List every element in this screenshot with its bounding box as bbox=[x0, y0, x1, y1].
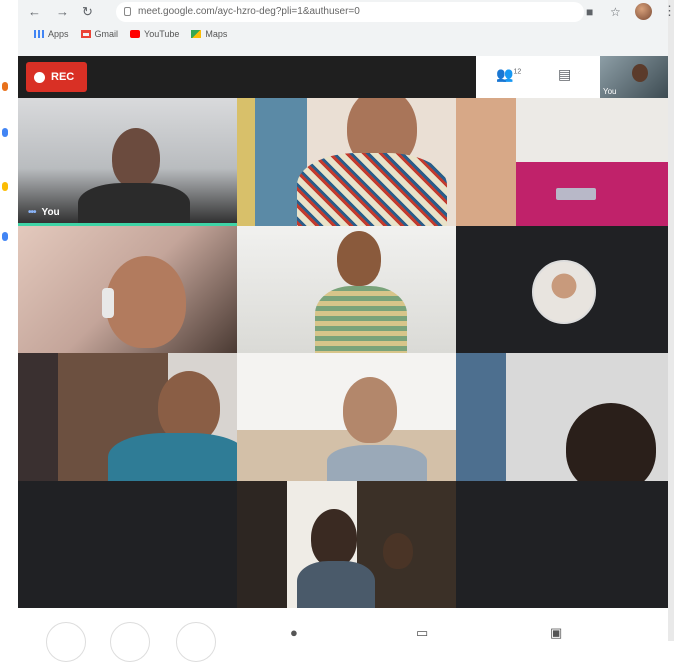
participant-tile[interactable] bbox=[456, 226, 668, 353]
participant-tile[interactable] bbox=[237, 481, 456, 608]
participant-grid: ••• You bbox=[18, 98, 668, 608]
bookmark-apps[interactable]: Apps bbox=[34, 29, 69, 39]
participant-video bbox=[112, 128, 160, 188]
participant-body bbox=[315, 286, 407, 353]
bookmark-maps[interactable]: Maps bbox=[191, 29, 227, 39]
rec-label: REC bbox=[51, 71, 75, 83]
url-text: meet.google.com/ayc-hzro-deg?pli=1&authu… bbox=[138, 6, 360, 17]
participant-tile[interactable] bbox=[237, 226, 456, 353]
right-scroll-strip bbox=[668, 0, 674, 641]
back-arrow-icon[interactable]: ← bbox=[28, 4, 41, 19]
meet-bottom-bar: ● ▭ ▣ bbox=[18, 608, 668, 662]
profile-avatar[interactable] bbox=[635, 3, 652, 20]
self-video-thumbnail bbox=[632, 64, 648, 82]
present-screen-icon[interactable]: ▣ bbox=[550, 625, 562, 641]
extension-icon[interactable]: ■ bbox=[586, 5, 593, 19]
chat-icon[interactable]: ▤ bbox=[558, 66, 571, 83]
participant-video bbox=[311, 509, 357, 567]
participant-name-label: ••• You bbox=[28, 207, 60, 218]
youtube-icon bbox=[130, 30, 141, 38]
record-dot-icon bbox=[34, 71, 45, 83]
lock-icon bbox=[124, 7, 131, 16]
participant-tile[interactable]: ••• You bbox=[18, 98, 237, 226]
browser-chrome: ← → ↻ meet.google.com/ayc-hzro-deg?pli=1… bbox=[18, 0, 674, 57]
participant-body bbox=[327, 445, 427, 481]
reload-icon[interactable]: ↻ bbox=[82, 4, 93, 20]
self-view-tile[interactable]: You bbox=[600, 56, 668, 98]
participant-video bbox=[566, 403, 656, 481]
participant-video bbox=[106, 256, 186, 348]
participant-body bbox=[108, 433, 237, 481]
participant-avatar bbox=[532, 260, 596, 324]
wall-object bbox=[556, 188, 596, 200]
camera-button[interactable] bbox=[176, 622, 216, 662]
kebab-menu-icon[interactable]: ⋮ bbox=[663, 3, 674, 19]
sidebar-yellow-icon bbox=[2, 182, 8, 191]
participant-body bbox=[297, 561, 375, 608]
self-label: You bbox=[603, 87, 617, 96]
participant-tile[interactable] bbox=[237, 98, 456, 226]
bookmarks-bar: Apps Gmail YouTube Maps bbox=[34, 24, 227, 44]
participant-tile[interactable] bbox=[456, 98, 668, 226]
participant-video bbox=[343, 377, 397, 443]
meet-top-controls: 👥12 ▤ bbox=[476, 56, 600, 98]
audio-level-icon: ••• bbox=[28, 207, 36, 218]
participant-tile[interactable] bbox=[237, 353, 456, 481]
gmail-icon bbox=[80, 30, 91, 38]
bookmark-label: Apps bbox=[48, 29, 69, 39]
empty-tile bbox=[456, 481, 668, 608]
address-bar[interactable]: meet.google.com/ayc-hzro-deg?pli=1&authu… bbox=[116, 2, 584, 22]
participant-video-2 bbox=[383, 533, 413, 569]
sidebar-blue-icon bbox=[2, 128, 8, 137]
participant-tile[interactable] bbox=[18, 353, 237, 481]
apps-grid-icon bbox=[34, 30, 44, 38]
sidebar-orange-icon bbox=[2, 82, 8, 91]
meet-top-bar: REC 👥12 ▤ You bbox=[18, 56, 668, 98]
participant-tile[interactable] bbox=[18, 226, 237, 353]
participant-body bbox=[297, 153, 447, 226]
mic-button[interactable] bbox=[110, 622, 150, 662]
bookmark-youtube[interactable]: YouTube bbox=[130, 29, 179, 39]
participant-video bbox=[456, 98, 516, 226]
bookmark-label: YouTube bbox=[144, 29, 180, 39]
participants-icon[interactable]: 👥12 bbox=[496, 66, 521, 83]
maps-icon bbox=[191, 30, 202, 38]
participant-body bbox=[78, 183, 190, 226]
headphones-icon bbox=[102, 288, 114, 318]
empty-tile bbox=[18, 481, 237, 608]
bookmark-label: Maps bbox=[205, 29, 228, 39]
participant-name: You bbox=[41, 207, 60, 218]
sidebar-blue-icon-2 bbox=[2, 232, 8, 241]
left-sidebar-strip bbox=[0, 0, 18, 641]
bookmark-label: Gmail bbox=[94, 29, 119, 39]
bookmark-gmail[interactable]: Gmail bbox=[80, 29, 119, 39]
forward-arrow-icon[interactable]: → bbox=[56, 4, 69, 19]
hand-icon[interactable]: ● bbox=[290, 625, 298, 640]
participants-count: 12 bbox=[513, 68, 522, 76]
more-options-button[interactable] bbox=[46, 622, 86, 662]
participant-tile[interactable] bbox=[456, 353, 668, 481]
captions-icon[interactable]: ▭ bbox=[416, 625, 428, 641]
participant-video bbox=[337, 231, 381, 286]
recording-indicator[interactable]: REC bbox=[26, 62, 87, 92]
star-icon[interactable]: ☆ bbox=[610, 5, 621, 19]
